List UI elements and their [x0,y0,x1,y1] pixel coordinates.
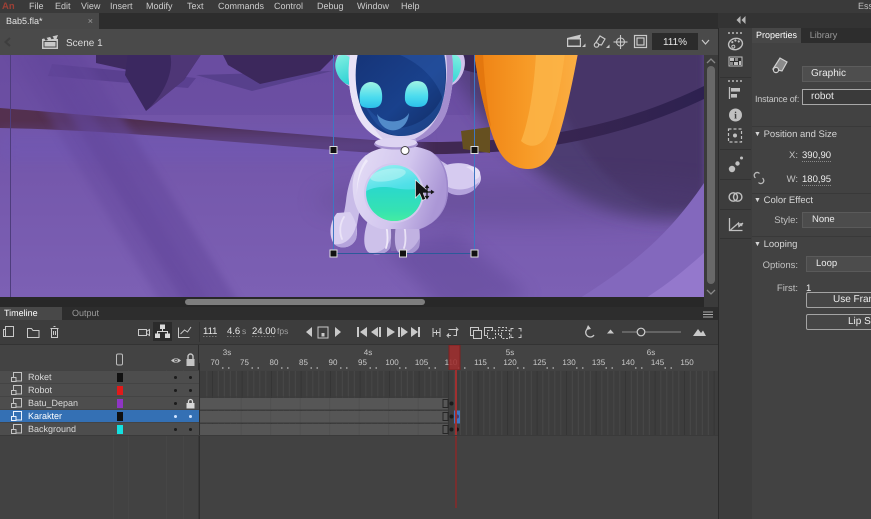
svg-text:100: 100 [385,358,399,367]
svg-text:75: 75 [240,358,249,367]
svg-text:150: 150 [680,358,694,367]
svg-text:120: 120 [503,358,517,367]
svg-text:130: 130 [562,358,576,367]
svg-text:i: i [734,111,737,122]
svg-text:80: 80 [270,358,279,367]
svg-text:24.00: 24.00 [252,326,276,337]
svg-text:90: 90 [329,358,338,367]
svg-text:111: 111 [203,326,217,337]
svg-text:135: 135 [592,358,606,367]
svg-text:85: 85 [299,358,308,367]
svg-text:105: 105 [415,358,429,367]
svg-text:5s: 5s [506,348,514,357]
svg-text:3s: 3s [223,348,231,357]
svg-text:6s: 6s [647,348,655,357]
svg-text:115: 115 [474,358,487,367]
svg-text:4s: 4s [364,348,372,357]
svg-text:145: 145 [651,358,665,367]
svg-text:4.6: 4.6 [227,326,240,337]
svg-text:95: 95 [358,358,367,367]
svg-text:s: s [242,326,246,336]
svg-text:fps: fps [277,326,288,336]
svg-text:111%: 111% [663,37,687,48]
svg-text:140: 140 [621,358,635,367]
svg-text:Scene 1: Scene 1 [66,38,103,49]
svg-text:70: 70 [211,358,220,367]
svg-text:125: 125 [533,358,547,367]
